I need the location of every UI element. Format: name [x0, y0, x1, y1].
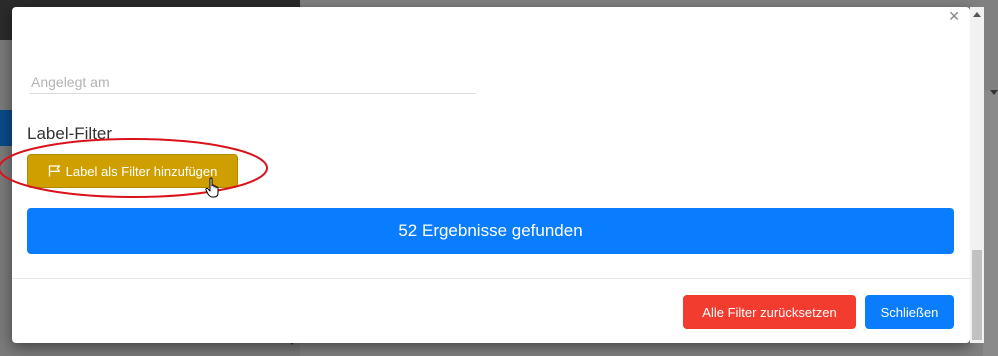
- close-icon[interactable]: ✕: [948, 9, 960, 23]
- flag-icon: [48, 165, 61, 177]
- filter-modal: ✕ Label-Filter Label als Filter hinzufüg…: [0, 7, 970, 343]
- add-label-filter-button[interactable]: Label als Filter hinzufügen: [27, 154, 238, 188]
- footer-divider: [12, 278, 970, 279]
- background-scroll-strip: [983, 90, 998, 356]
- close-button[interactable]: Schließen: [865, 295, 954, 329]
- add-label-filter-label: Label als Filter hinzufügen: [65, 163, 218, 179]
- created-date-input[interactable]: [29, 71, 476, 94]
- background-dropdown-arrow-icon: [990, 90, 998, 95]
- scrollbar-thumb[interactable]: [972, 250, 982, 340]
- reset-filters-button[interactable]: Alle Filter zurücksetzen: [683, 295, 856, 329]
- label-filter-heading: Label-Filter: [27, 124, 113, 143]
- scroll-up-arrow-icon[interactable]: [973, 12, 981, 17]
- background-sidebar-accent: [0, 110, 12, 146]
- results-button[interactable]: 52 Ergebnisse gefunden: [27, 208, 954, 254]
